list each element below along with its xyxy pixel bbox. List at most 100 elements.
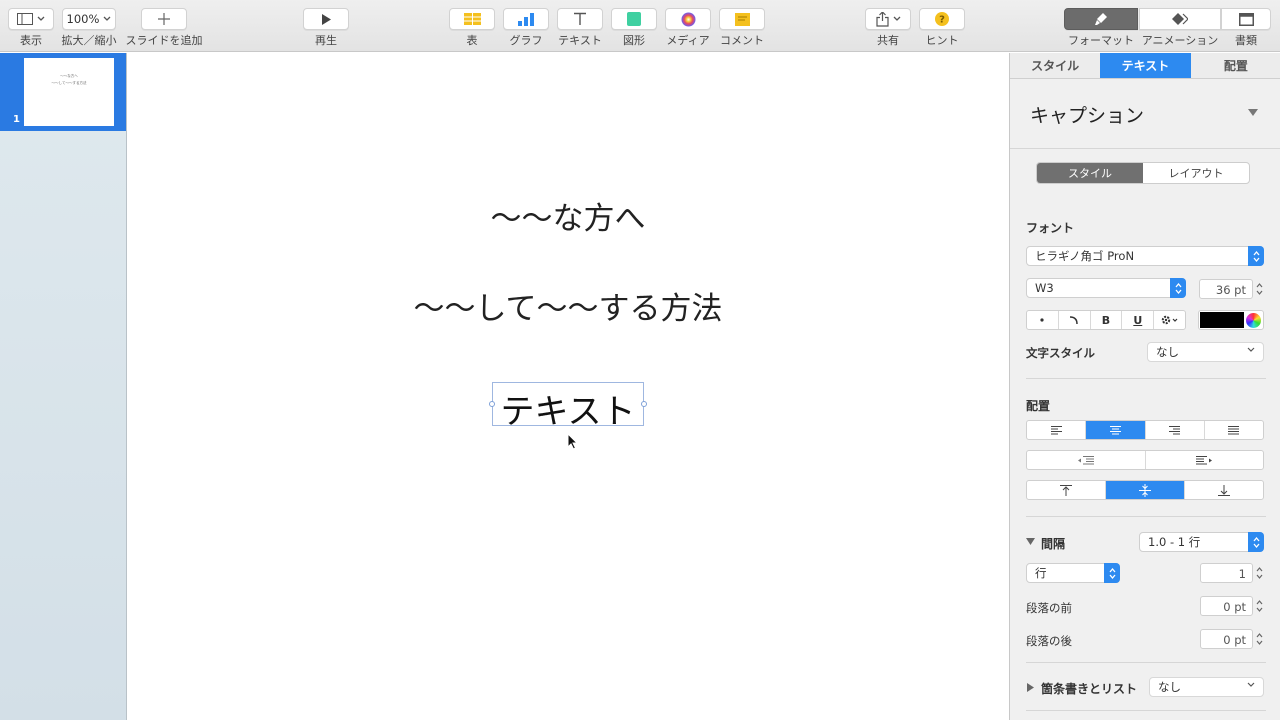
tips-button[interactable]: ? bbox=[919, 8, 965, 30]
disclosure-open-icon[interactable] bbox=[1026, 538, 1035, 545]
updown-icon bbox=[1104, 563, 1120, 583]
caption-textbox[interactable]: テキスト bbox=[489, 382, 647, 432]
share-button[interactable] bbox=[865, 8, 911, 30]
chart-button[interactable] bbox=[503, 8, 549, 30]
align-right-icon bbox=[1169, 425, 1181, 434]
font-size-stepper[interactable] bbox=[1254, 279, 1264, 299]
align-right-button[interactable] bbox=[1146, 421, 1205, 439]
resize-handle-right[interactable] bbox=[641, 401, 647, 407]
slide-navigator: 〜〜な方へ 〜〜して〜〜する方法 1 bbox=[0, 53, 127, 720]
divider bbox=[1010, 148, 1280, 149]
align-left-button[interactable] bbox=[1027, 421, 1087, 439]
tab-text[interactable]: テキスト bbox=[1100, 53, 1191, 78]
slide-subtitle[interactable]: 〜〜して〜〜する方法 bbox=[127, 283, 1009, 328]
align-left-icon bbox=[1050, 425, 1062, 434]
play-icon bbox=[322, 13, 331, 25]
chevron-down-icon bbox=[37, 16, 45, 21]
view-button[interactable] bbox=[8, 8, 54, 30]
align-top-button[interactable] bbox=[1027, 481, 1106, 499]
tab-style[interactable]: スタイル bbox=[1010, 53, 1100, 78]
paragraph-style-name[interactable]: キャプション bbox=[1030, 101, 1144, 128]
format-button[interactable] bbox=[1064, 8, 1138, 30]
caption-text[interactable]: テキスト bbox=[493, 384, 643, 433]
media-label: メディア bbox=[666, 34, 710, 47]
before-paragraph-field[interactable]: 0 pt bbox=[1200, 596, 1253, 616]
text-control: テキスト bbox=[557, 0, 603, 52]
text-style-buttons: B U bbox=[1026, 310, 1186, 330]
text-button[interactable] bbox=[557, 8, 603, 30]
shape-button[interactable] bbox=[611, 8, 657, 30]
line-spacing-stepper[interactable] bbox=[1254, 563, 1264, 583]
after-paragraph-field[interactable]: 0 pt bbox=[1200, 629, 1253, 649]
text-subtabs: スタイル レイアウト bbox=[1036, 162, 1250, 184]
table-button[interactable] bbox=[449, 8, 495, 30]
font-weight-popup[interactable]: W3 bbox=[1026, 278, 1186, 298]
before-paragraph-stepper[interactable] bbox=[1254, 596, 1264, 616]
decrease-indent-button[interactable] bbox=[1027, 451, 1146, 469]
bullets-popup[interactable]: なし bbox=[1149, 677, 1264, 697]
color-swatch bbox=[1200, 312, 1244, 328]
play-button[interactable] bbox=[303, 8, 349, 30]
subtab-layout[interactable]: レイアウト bbox=[1143, 163, 1249, 183]
align-bottom-button[interactable] bbox=[1185, 481, 1263, 499]
photos-icon bbox=[681, 12, 695, 26]
spacing-section-label[interactable]: 間隔 bbox=[1041, 535, 1065, 552]
font-family-popup[interactable]: ヒラギノ角ゴ ProN bbox=[1026, 246, 1264, 266]
slide-title[interactable]: 〜〜な方へ bbox=[127, 193, 1009, 238]
divider bbox=[1026, 378, 1266, 379]
align-middle-button[interactable] bbox=[1106, 481, 1185, 499]
zoom-button[interactable]: 100% bbox=[62, 8, 116, 30]
font-weight-value: W3 bbox=[1035, 281, 1054, 295]
text-color-well[interactable] bbox=[1198, 310, 1264, 330]
svg-text:?: ? bbox=[939, 15, 945, 26]
horizontal-alignment bbox=[1026, 420, 1264, 440]
underline-button[interactable]: U bbox=[1122, 311, 1155, 329]
color-wheel-icon[interactable] bbox=[1246, 313, 1261, 328]
bullet-style-button[interactable] bbox=[1027, 311, 1059, 329]
char-style-popup[interactable]: なし bbox=[1147, 342, 1264, 362]
mouse-cursor-icon bbox=[567, 433, 578, 450]
align-center-button[interactable] bbox=[1086, 421, 1146, 439]
help-icon: ? bbox=[935, 12, 949, 26]
bullets-section-label[interactable]: 箇条書きとリスト bbox=[1041, 680, 1137, 697]
line-spacing-field[interactable]: 1 bbox=[1200, 563, 1253, 583]
vertical-alignment bbox=[1026, 480, 1264, 500]
chevron-down-icon bbox=[103, 16, 111, 21]
comment-control: コメント bbox=[719, 0, 765, 52]
slide-canvas[interactable]: 〜〜な方へ 〜〜して〜〜する方法 テキスト bbox=[127, 53, 1009, 720]
tab-arrange[interactable]: 配置 bbox=[1191, 53, 1280, 78]
line-unit-value: 行 bbox=[1035, 566, 1047, 580]
text-options-button[interactable] bbox=[1154, 311, 1185, 329]
resize-handle-left[interactable] bbox=[489, 401, 495, 407]
text-icon bbox=[574, 12, 586, 25]
document-icon bbox=[1238, 12, 1254, 26]
paintbrush-icon bbox=[1095, 13, 1107, 25]
document-button[interactable] bbox=[1221, 8, 1271, 30]
slide-thumbnail-selected[interactable]: 〜〜な方へ 〜〜して〜〜する方法 1 bbox=[0, 53, 126, 131]
spacing-popup[interactable]: 1.0 - 1 行 bbox=[1139, 532, 1264, 552]
font-size-field[interactable]: 36 pt bbox=[1199, 279, 1253, 299]
increase-indent-button[interactable] bbox=[1146, 451, 1264, 469]
outdent-icon bbox=[1077, 455, 1094, 464]
triangle-down-icon[interactable] bbox=[1248, 109, 1258, 116]
justify-button[interactable] bbox=[1205, 421, 1263, 439]
add-slide-button[interactable] bbox=[141, 8, 187, 30]
subtab-style[interactable]: スタイル bbox=[1037, 163, 1143, 183]
font-section-label: フォント bbox=[1026, 221, 1075, 235]
zoom-control: 100% 拡大／縮小 bbox=[62, 0, 117, 52]
animate-icon bbox=[1172, 13, 1188, 25]
comment-button[interactable] bbox=[719, 8, 765, 30]
curve-style-button[interactable] bbox=[1059, 311, 1091, 329]
line-unit-popup[interactable]: 行 bbox=[1026, 563, 1120, 583]
after-paragraph-stepper[interactable] bbox=[1254, 629, 1264, 649]
slide-thumbnail[interactable]: 〜〜な方へ 〜〜して〜〜する方法 bbox=[24, 58, 114, 126]
zoom-value: 100% bbox=[66, 12, 100, 26]
media-button[interactable] bbox=[665, 8, 711, 30]
align-middle-icon bbox=[1139, 483, 1151, 497]
add-slide-label: スライドを追加 bbox=[125, 34, 203, 47]
updown-icon bbox=[1170, 278, 1186, 298]
bold-button[interactable]: B bbox=[1091, 311, 1123, 329]
disclosure-closed-icon[interactable] bbox=[1027, 683, 1034, 692]
comment-label: コメント bbox=[720, 34, 764, 47]
animate-button[interactable] bbox=[1139, 8, 1221, 30]
